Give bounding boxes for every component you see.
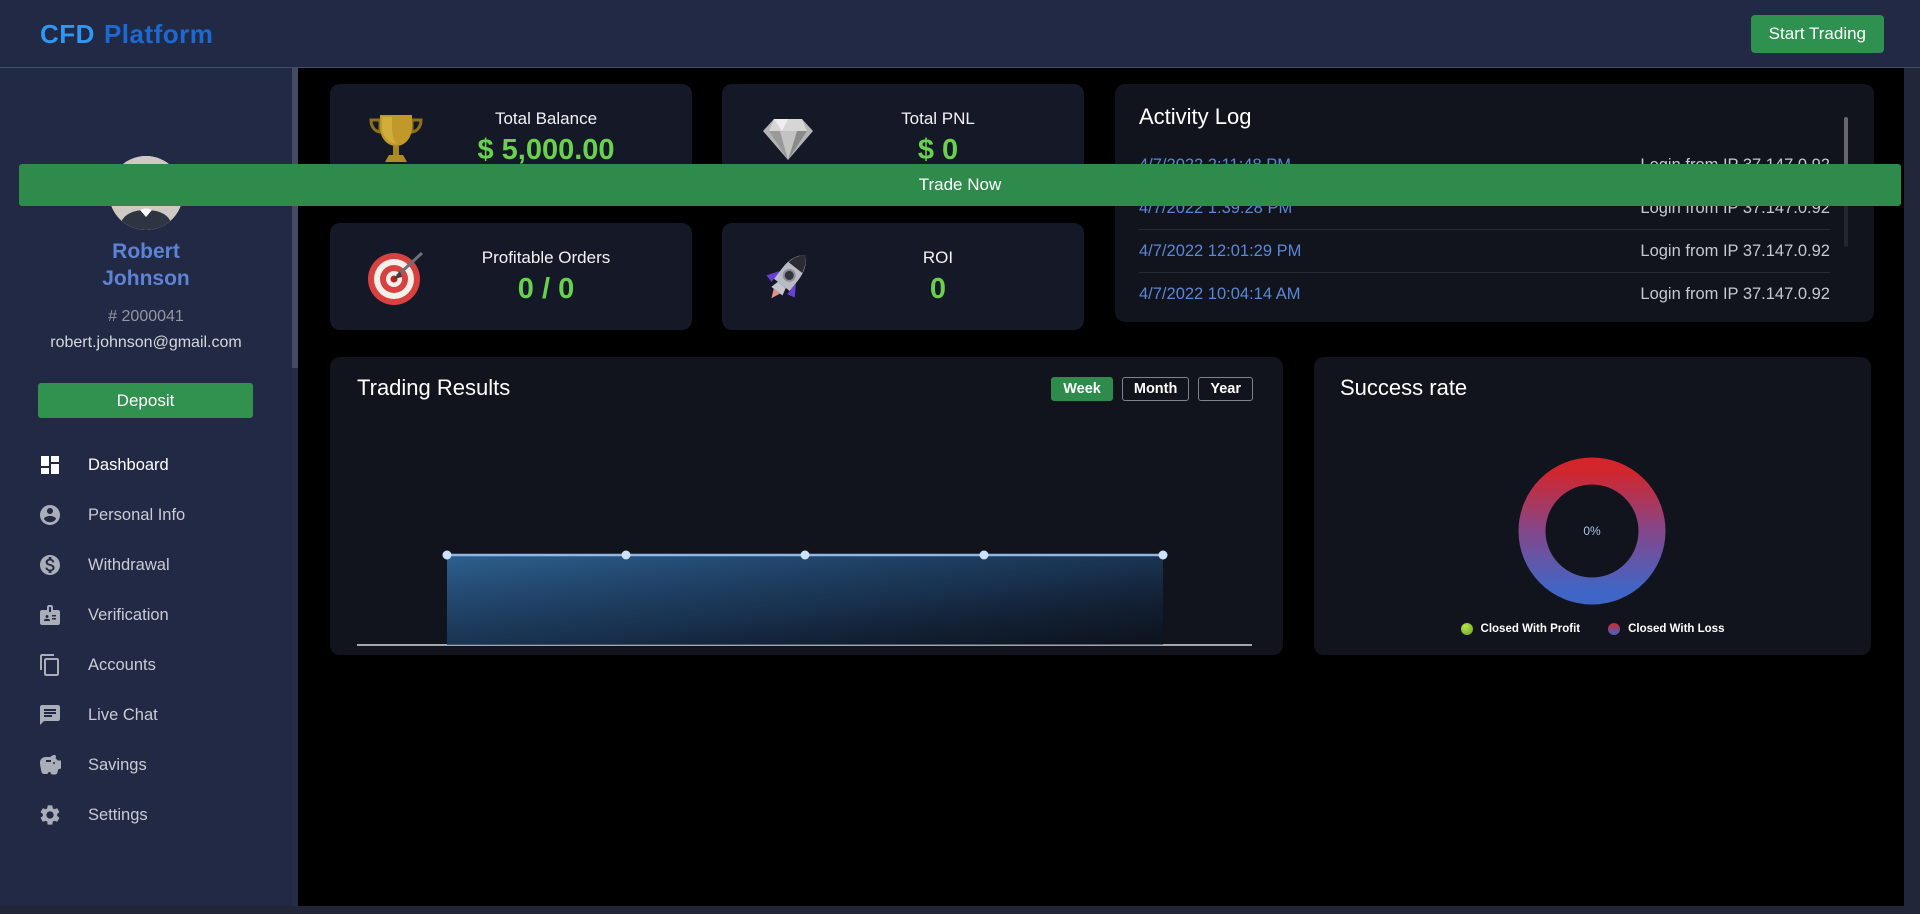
loss-legend-dot-icon (1608, 623, 1620, 635)
target-icon (364, 245, 428, 309)
sidebar-item-label: Verification (88, 606, 169, 625)
donut-center-label: 0% (1512, 451, 1672, 611)
sidebar-item-verification[interactable]: Verification (0, 590, 292, 640)
legend-label: Closed With Profit (1481, 623, 1581, 635)
chat-icon (38, 703, 62, 727)
sidebar-item-label: Withdrawal (88, 556, 170, 575)
stat-value: $ 0 (820, 134, 1056, 167)
log-event: Login from IP 37.147.0.92 (1640, 242, 1830, 261)
id-badge-icon (38, 603, 62, 627)
dashboard-icon (38, 453, 62, 477)
trade-now-button[interactable]: Trade Now (19, 164, 1901, 206)
log-timestamp: 4/7/2022 12:01:29 PM (1139, 242, 1301, 261)
sidebar-item-label: Accounts (88, 656, 156, 675)
legend-item-loss: Closed With Loss (1608, 623, 1724, 635)
sidebar-item-personal-info[interactable]: Personal Info (0, 490, 292, 540)
user-name-line2: Johnson (0, 265, 292, 292)
logo-text-secondary: Platform (104, 19, 213, 50)
user-name-line1: Robert (0, 238, 292, 265)
person-icon (38, 503, 62, 527)
sidebar-item-settings[interactable]: Settings (0, 790, 292, 840)
success-rate-donut: 0% (1512, 451, 1672, 611)
stat-value: $ 5,000.00 (428, 134, 664, 167)
activity-log-row: 4/7/2022 10:04:14 AM Login from IP 37.14… (1139, 273, 1830, 316)
sidebar-item-label: Personal Info (88, 506, 185, 525)
piggy-bank-icon (38, 753, 62, 777)
sidebar-menu: Dashboard Personal Info Withdrawal Verif… (0, 440, 292, 840)
profit-legend-dot-icon (1461, 623, 1473, 635)
diamond-icon (756, 106, 820, 170)
trading-results-chart (357, 507, 1255, 652)
stat-card-profitable-orders: Profitable Orders 0 / 0 (330, 223, 692, 330)
sidebar-item-dashboard[interactable]: Dashboard (0, 440, 292, 490)
rocket-icon (756, 245, 820, 309)
stat-label: Profitable Orders (428, 248, 664, 268)
start-trading-button[interactable]: Start Trading (1751, 15, 1884, 53)
sidebar-item-savings[interactable]: Savings (0, 740, 292, 790)
sidebar-item-accounts[interactable]: Accounts (0, 640, 292, 690)
dollar-circle-icon (38, 553, 62, 577)
stat-value: 0 / 0 (428, 273, 664, 306)
user-id: # 2000041 (0, 308, 292, 326)
range-button-year[interactable]: Year (1198, 377, 1253, 401)
activity-log-row: 4/7/2022 12:01:29 PM Login from IP 37.14… (1139, 230, 1830, 273)
top-header: CFD Platform Start Trading (0, 0, 1920, 68)
range-selector: Week Month Year (1051, 377, 1253, 401)
range-button-month[interactable]: Month (1122, 377, 1189, 401)
trading-results-panel: Trading Results Week Month Year (330, 357, 1283, 655)
success-rate-panel: Success rate 0% Closed With Profit (1314, 357, 1871, 655)
user-email: robert.johnson@gmail.com (0, 334, 292, 352)
legend-item-profit: Closed With Profit (1461, 623, 1581, 635)
deposit-button[interactable]: Deposit (38, 383, 253, 418)
stat-label: Total Balance (428, 109, 664, 129)
copy-icon (38, 653, 62, 677)
vertical-scrollbar-track[interactable] (1904, 68, 1920, 914)
sidebar-item-withdrawal[interactable]: Withdrawal (0, 540, 292, 590)
donut-legend: Closed With Profit Closed With Loss (1314, 623, 1871, 635)
legend-label: Closed With Loss (1628, 623, 1724, 635)
stat-value: 0 (820, 273, 1056, 306)
area-chart-svg (357, 507, 1255, 652)
logo-text-primary: CFD (40, 19, 95, 50)
sidebar-item-live-chat[interactable]: Live Chat (0, 690, 292, 740)
sidebar-item-label: Savings (88, 756, 147, 775)
horizontal-scrollbar-track[interactable] (0, 906, 1920, 914)
sidebar-item-label: Live Chat (88, 706, 158, 725)
stat-card-roi: ROI 0 (722, 223, 1084, 330)
app-logo: CFD Platform (40, 0, 213, 68)
log-event: Login from IP 37.147.0.92 (1640, 285, 1830, 304)
range-button-week[interactable]: Week (1051, 377, 1113, 401)
user-name: Robert Johnson (0, 238, 292, 292)
sidebar-item-label: Settings (88, 806, 148, 825)
success-rate-title: Success rate (1340, 375, 1467, 401)
sidebar-item-label: Dashboard (88, 456, 169, 475)
trading-results-title: Trading Results (357, 375, 510, 401)
trophy-icon (364, 106, 428, 170)
gear-icon (38, 803, 62, 827)
activity-log-title: Activity Log (1139, 104, 1252, 130)
log-timestamp: 4/7/2022 10:04:14 AM (1139, 285, 1300, 304)
stat-label: Total PNL (820, 109, 1056, 129)
cfd-dashboard-page: CFD Platform Start Trading Robert Johnso… (0, 0, 1920, 914)
stat-label: ROI (820, 248, 1056, 268)
